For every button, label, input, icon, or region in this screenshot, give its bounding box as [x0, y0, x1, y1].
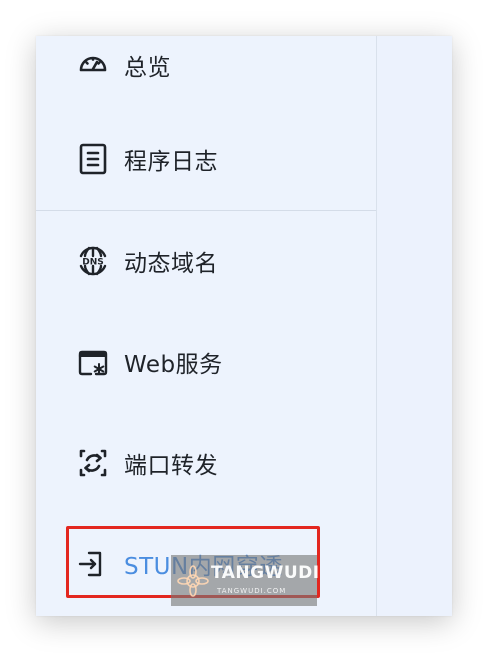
sidebar-item-label: Web服务	[124, 352, 223, 378]
sidebar-item-label: 动态域名	[124, 251, 218, 277]
sidebar-item-label: 程序日志	[124, 149, 218, 175]
log-icon	[76, 142, 110, 176]
sidebar-item-label: 总览	[124, 55, 171, 81]
sidebar-item-web-service[interactable]: Web服务	[36, 334, 376, 390]
dns-icon: DNS	[76, 244, 110, 278]
watermark-text: TANGWUDI	[211, 563, 320, 583]
watermark-logo-icon	[173, 561, 213, 601]
svg-text:DNS: DNS	[82, 258, 104, 268]
watermark-subtext: TANGWUDI.COM	[217, 587, 287, 595]
main-content-area	[376, 36, 452, 616]
sidebar-item-label: 端口转发	[124, 453, 218, 479]
sidebar-item-logs[interactable]: 程序日志	[36, 131, 376, 187]
sidebar-item-ddns[interactable]: DNS 动态域名	[36, 233, 376, 289]
sidebar-item-port-forward[interactable]: 端口转发	[36, 435, 376, 491]
sidebar-item-overview[interactable]: 总览	[36, 37, 376, 93]
sidebar-divider	[36, 210, 376, 211]
dashboard-icon	[76, 48, 110, 82]
port-forward-icon	[76, 446, 110, 480]
web-service-icon	[76, 345, 110, 379]
watermark: TANGWUDI TANGWUDI.COM	[171, 555, 320, 606]
